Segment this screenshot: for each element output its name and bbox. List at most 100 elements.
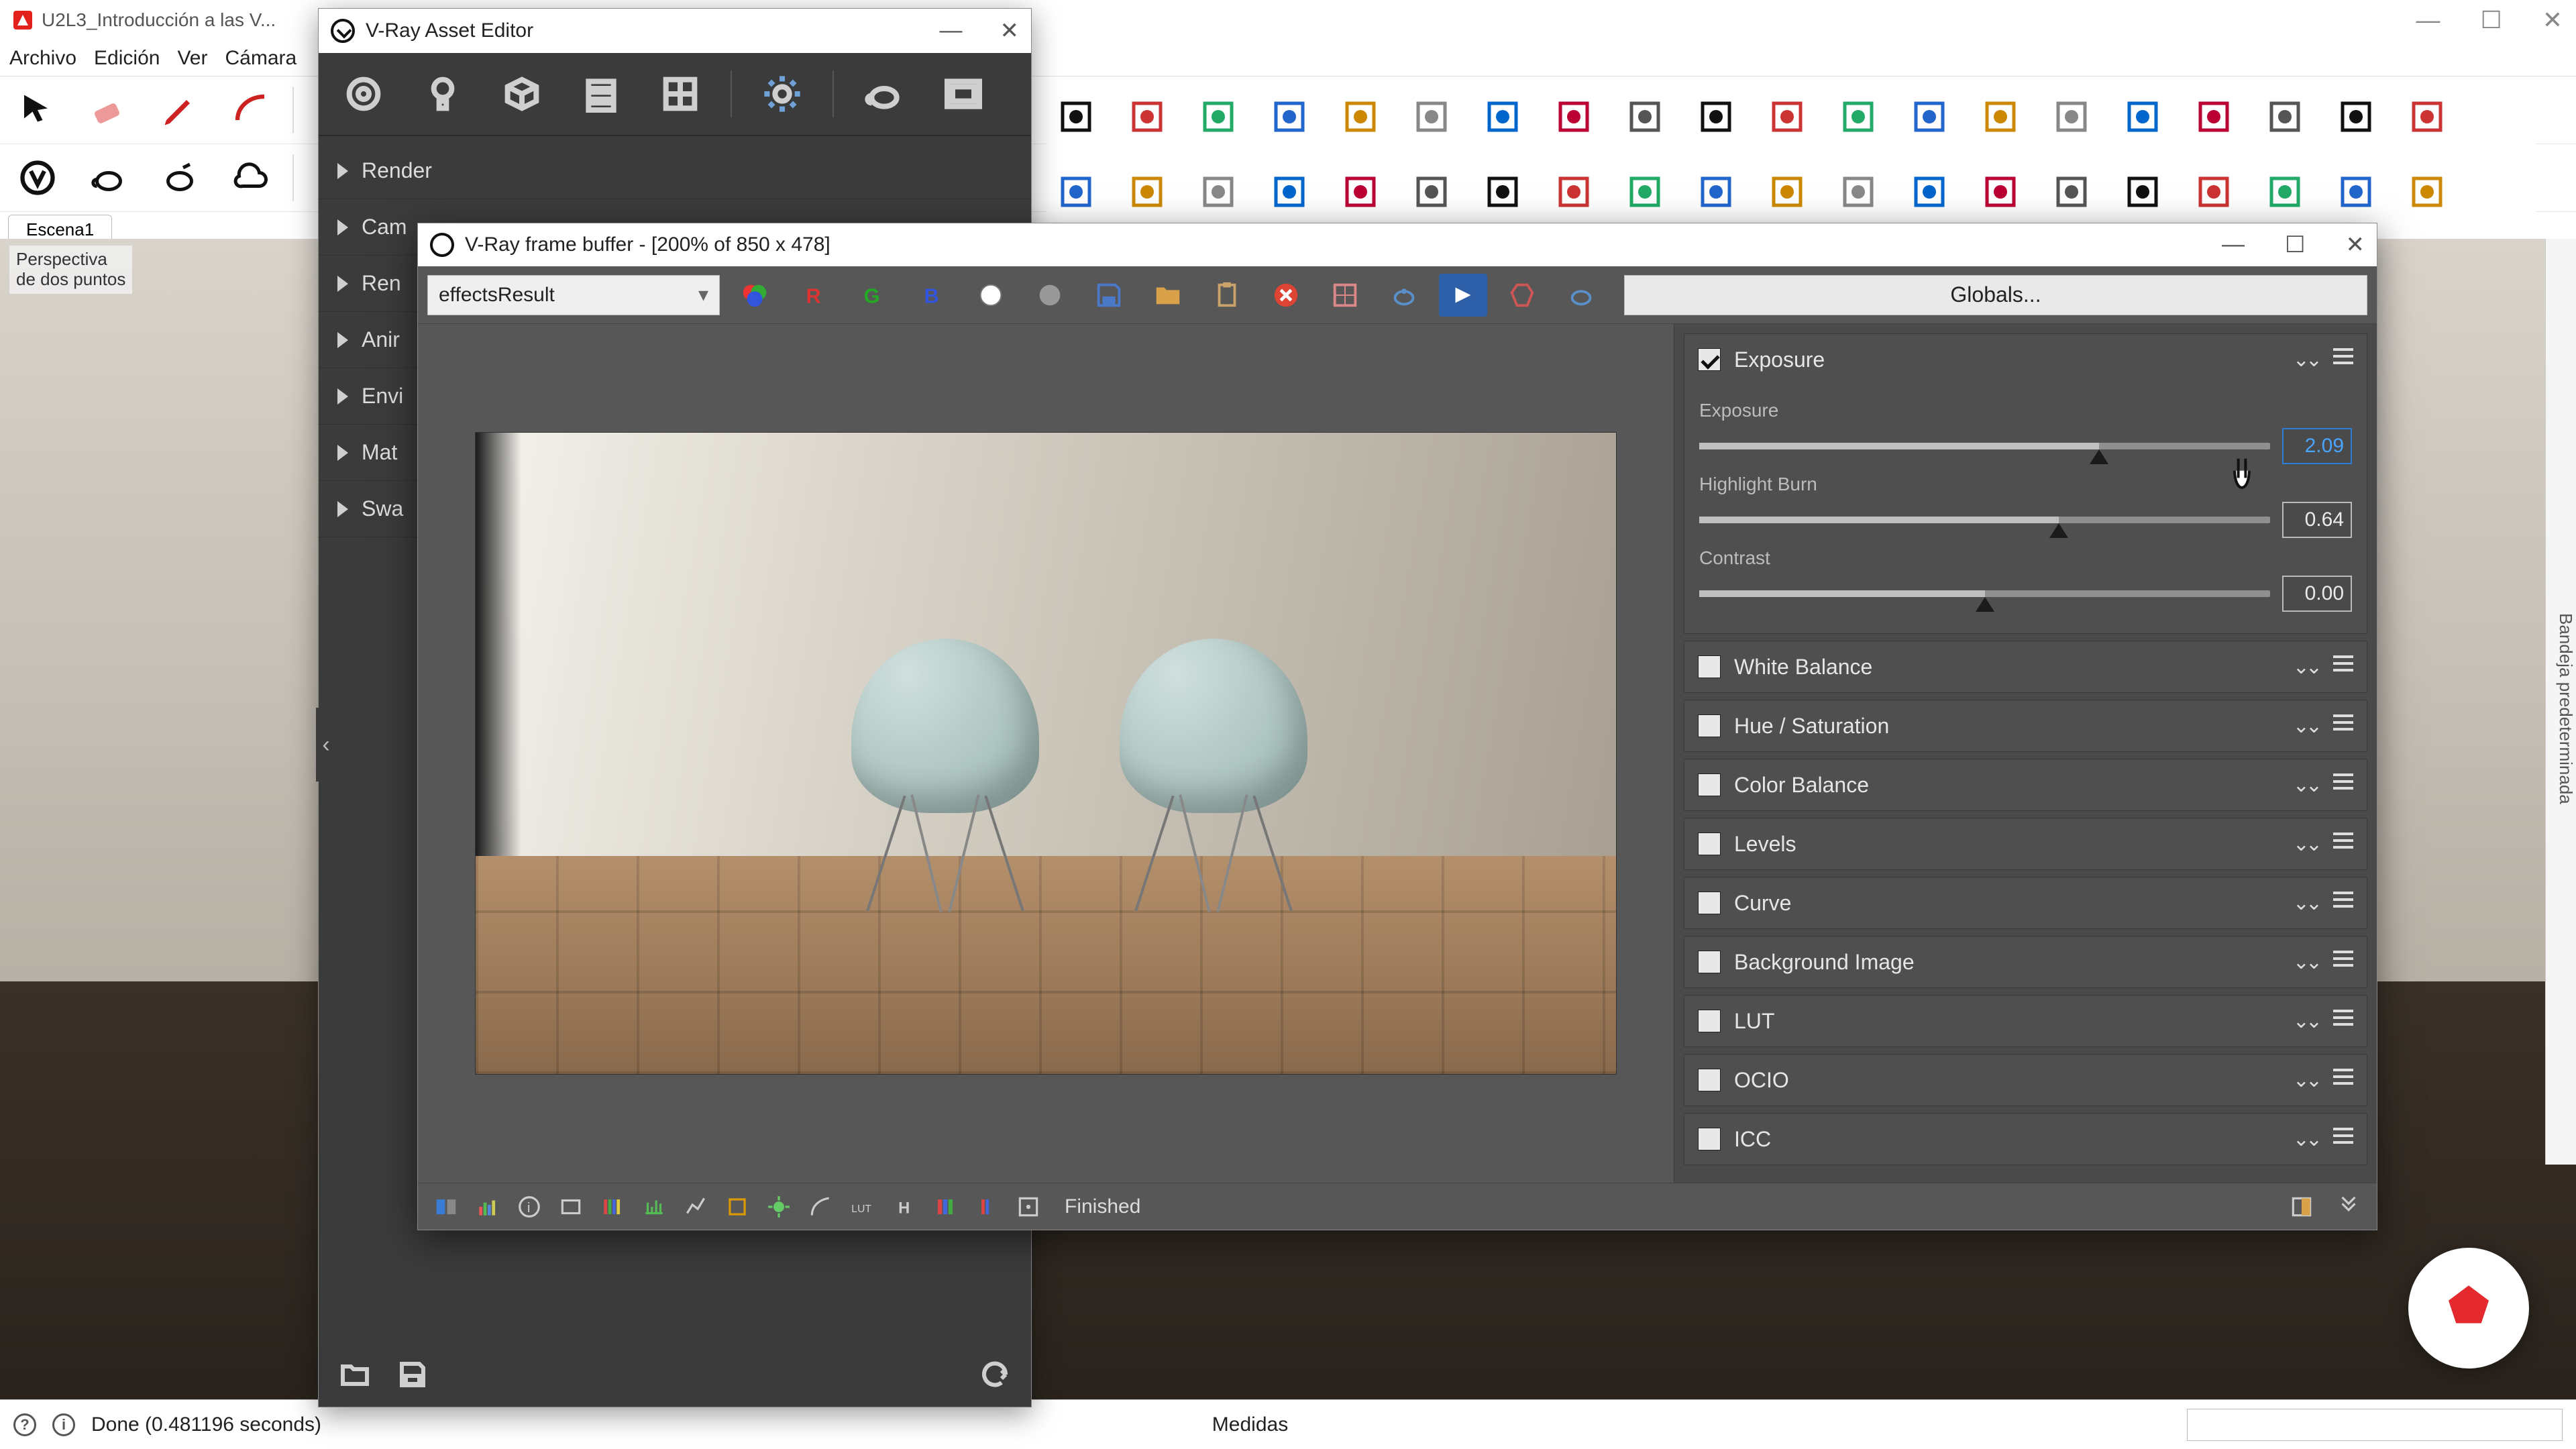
- track-mouse-icon[interactable]: [1380, 274, 1428, 317]
- checkbox-icon[interactable]: [1698, 1069, 1721, 1091]
- expand-down-icon[interactable]: ⌄⌄: [2293, 714, 2318, 738]
- toolbar-icon[interactable]: [1331, 162, 1390, 221]
- tree-node-render[interactable]: Render: [319, 143, 1031, 199]
- save-icon[interactable]: [396, 1358, 429, 1391]
- ft-srgb-icon[interactable]: [1011, 1191, 1046, 1223]
- render-elements-icon[interactable]: [572, 65, 630, 123]
- toolbar-icon[interactable]: [1971, 87, 2030, 146]
- checkbox-checked-icon[interactable]: [1698, 348, 1721, 371]
- settings-gear-icon[interactable]: [753, 65, 811, 123]
- toolbar-icon[interactable]: [1118, 162, 1177, 221]
- ft-expand-icon[interactable]: [2331, 1191, 2366, 1223]
- checkbox-icon[interactable]: [1698, 951, 1721, 973]
- geometry-icon[interactable]: [493, 65, 551, 123]
- toolbar-icon[interactable]: [2113, 87, 2172, 146]
- save-image-icon[interactable]: [1085, 274, 1133, 317]
- minimize-icon[interactable]: —: [2416, 6, 2440, 34]
- exposure-value-input[interactable]: 2.09: [2282, 428, 2352, 464]
- toolbar-icon[interactable]: [1615, 162, 1674, 221]
- blue-channel-icon[interactable]: B: [908, 274, 956, 317]
- toolbar-icon[interactable]: [1189, 162, 1248, 221]
- ft-levels-icon[interactable]: [637, 1191, 672, 1223]
- menu-icon[interactable]: [2333, 1069, 2353, 1092]
- toolbar-icon[interactable]: [1402, 162, 1461, 221]
- cc-section-header[interactable]: ICC⌄⌄: [1684, 1114, 2367, 1165]
- close-icon[interactable]: ✕: [1000, 17, 1020, 44]
- region-render-icon[interactable]: [1321, 274, 1369, 317]
- menu-archivo[interactable]: Archivo: [9, 47, 76, 70]
- expand-down-icon[interactable]: ⌄⌄: [2293, 773, 2318, 797]
- open-folder-icon[interactable]: [1144, 274, 1192, 317]
- ft-dock-icon[interactable]: [2284, 1191, 2319, 1223]
- checkbox-icon[interactable]: [1698, 1128, 1721, 1150]
- cc-exposure-header[interactable]: Exposure ⌄⌄: [1684, 334, 2367, 385]
- toolbar-icon[interactable]: [1046, 87, 1106, 146]
- expand-down-icon[interactable]: ⌄⌄: [2293, 1128, 2318, 1151]
- render-last-icon[interactable]: [1557, 274, 1605, 317]
- toolbar-icon[interactable]: [1686, 162, 1746, 221]
- teapot-icon[interactable]: [79, 148, 138, 207]
- cc-section-header[interactable]: Hue / Saturation⌄⌄: [1684, 700, 2367, 751]
- close-icon[interactable]: ✕: [2346, 231, 2365, 258]
- help-tip-icon[interactable]: ?: [13, 1413, 36, 1436]
- toolbar-icon[interactable]: [1829, 87, 1888, 146]
- tray-handle[interactable]: Bandeja predeterminada: [2545, 239, 2576, 1165]
- toolbar-icon[interactable]: [1331, 87, 1390, 146]
- minimize-icon[interactable]: —: [2222, 231, 2245, 258]
- toolbar-icon[interactable]: [1260, 87, 1319, 146]
- highlight-burn-slider[interactable]: [1699, 517, 2270, 523]
- toolbar-icon[interactable]: [1758, 162, 1817, 221]
- channel-dropdown[interactable]: effectsResult ▾: [427, 275, 720, 315]
- toolbar-icon[interactable]: [1260, 162, 1319, 221]
- expand-down-icon[interactable]: ⌄⌄: [2293, 655, 2318, 679]
- select-tool-icon[interactable]: [8, 80, 67, 140]
- expand-down-icon[interactable]: ⌄⌄: [2293, 1069, 2318, 1092]
- menu-icon[interactable]: [2333, 1010, 2353, 1033]
- expand-down-icon[interactable]: ⌄⌄: [2293, 833, 2318, 856]
- pencil-tool-icon[interactable]: [150, 80, 209, 140]
- lights-icon[interactable]: [414, 65, 472, 123]
- exposure-slider[interactable]: [1699, 443, 2270, 449]
- ft-pixel-aspect-icon[interactable]: [553, 1191, 588, 1223]
- help-fab[interactable]: [2408, 1248, 2529, 1368]
- checkbox-icon[interactable]: [1698, 714, 1721, 737]
- menu-icon[interactable]: [2333, 1128, 2353, 1151]
- open-folder-icon[interactable]: [339, 1358, 371, 1391]
- cc-section-header[interactable]: LUT⌄⌄: [1684, 996, 2367, 1046]
- mono-grey-icon[interactable]: [1026, 274, 1074, 317]
- ft-stamp-icon[interactable]: [720, 1191, 755, 1223]
- cc-section-header[interactable]: Curve⌄⌄: [1684, 877, 2367, 928]
- menu-icon[interactable]: [2333, 892, 2353, 915]
- clear-icon[interactable]: [1262, 274, 1310, 317]
- toolbar-icon[interactable]: [1046, 162, 1106, 221]
- globals-button[interactable]: Globals...: [1624, 275, 2367, 315]
- menu-icon[interactable]: [2333, 773, 2353, 797]
- toolbar-icon[interactable]: [1544, 162, 1603, 221]
- highlight-burn-value-input[interactable]: 0.64: [2282, 502, 2352, 538]
- toolbar-icon[interactable]: [2184, 162, 2243, 221]
- vfb-render-view[interactable]: [418, 324, 1674, 1183]
- green-channel-icon[interactable]: G: [849, 274, 897, 317]
- vray-render-icon[interactable]: [8, 148, 67, 207]
- render-teapot-icon[interactable]: [855, 65, 913, 123]
- cc-section-header[interactable]: Background Image⌄⌄: [1684, 936, 2367, 987]
- toolbar-icon[interactable]: [2398, 87, 2457, 146]
- textures-icon[interactable]: [651, 65, 709, 123]
- toolbar-icon[interactable]: [1900, 162, 1959, 221]
- measurements-input[interactable]: [2187, 1409, 2563, 1441]
- checkbox-icon[interactable]: [1698, 892, 1721, 914]
- toolbar-icon[interactable]: [1118, 87, 1177, 146]
- toolbar-icon[interactable]: [2255, 162, 2314, 221]
- toolbar-icon[interactable]: [1473, 162, 1532, 221]
- ft-compare-icon[interactable]: [429, 1191, 464, 1223]
- toolbar-icon[interactable]: [2255, 87, 2314, 146]
- eraser-tool-icon[interactable]: [79, 80, 138, 140]
- frame-buffer-icon[interactable]: [934, 65, 992, 123]
- ft-lens-effects-icon[interactable]: [761, 1191, 796, 1223]
- arc-tool-icon[interactable]: [221, 80, 280, 140]
- ft-icc-bars-icon[interactable]: [969, 1191, 1004, 1223]
- toolbar-icon[interactable]: [1829, 162, 1888, 221]
- materials-icon[interactable]: [335, 65, 392, 123]
- toolbar-icon[interactable]: [1473, 87, 1532, 146]
- stop-render-icon[interactable]: [1498, 274, 1546, 317]
